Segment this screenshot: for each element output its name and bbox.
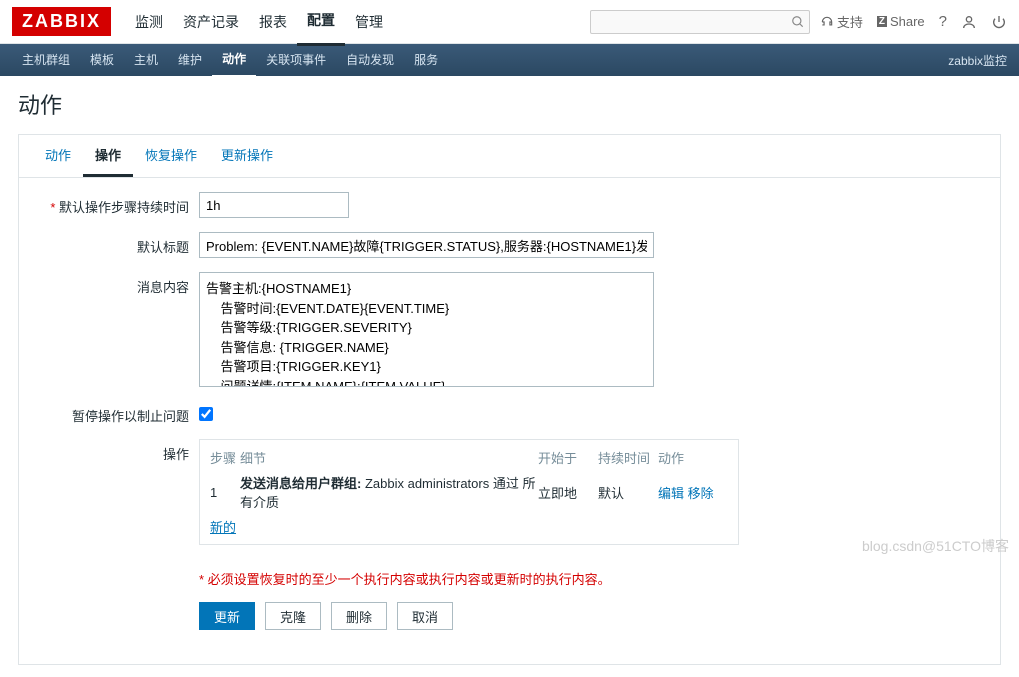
button-row: 更新 克隆 删除 取消 — [199, 602, 611, 630]
subnav-discovery[interactable]: 自动发现 — [336, 44, 404, 76]
page-title: 动作 — [18, 88, 1001, 120]
remove-link[interactable]: 移除 — [688, 486, 714, 501]
support-link[interactable]: 支持 — [820, 12, 863, 31]
duration-input[interactable] — [199, 192, 349, 218]
search-input[interactable] — [590, 10, 810, 34]
tab-recovery[interactable]: 恢复操作 — [133, 135, 209, 177]
ops-label: 操作 — [39, 439, 199, 463]
subnav-hostgroups[interactable]: 主机群组 — [12, 44, 80, 76]
power-icon[interactable] — [991, 14, 1007, 30]
top-nav: 监测 资产记录 报表 配置 管理 — [125, 0, 590, 46]
panel: 动作 操作 恢复操作 更新操作 默认操作步骤持续时间 默认标题 消息内容 告警主… — [18, 134, 1001, 665]
share-label: Share — [890, 14, 925, 29]
message-textarea[interactable]: 告警主机:{HOSTNAME1} 告警时间:{EVENT.DATE}{EVENT… — [199, 272, 654, 387]
duration-label: 默认操作步骤持续时间 — [39, 192, 199, 216]
tab-update[interactable]: 更新操作 — [209, 135, 285, 177]
subnav-actions[interactable]: 动作 — [212, 43, 256, 78]
required-note: * 必须设置恢复时的至少一个执行内容或执行内容或更新时的执行内容。 — [199, 569, 611, 588]
tab-action[interactable]: 动作 — [33, 135, 83, 177]
cancel-button[interactable]: 取消 — [397, 602, 453, 630]
page: 动作 动作 操作 恢复操作 更新操作 默认操作步骤持续时间 默认标题 消息内容 … — [0, 76, 1019, 677]
ops-actions: 编辑 移除 — [658, 483, 728, 502]
top-links: 支持 ZShare ? — [820, 12, 1007, 31]
edit-link[interactable]: 编辑 — [658, 486, 684, 501]
form: 默认操作步骤持续时间 默认标题 消息内容 告警主机:{HOSTNAME1} 告警… — [19, 178, 1000, 664]
support-label: 支持 — [837, 12, 863, 31]
ops-h-dur: 持续时间 — [598, 448, 658, 467]
topnav-config[interactable]: 配置 — [297, 0, 345, 46]
ops-detail-bold: 发送消息给用户群组: — [240, 476, 361, 491]
subnav-right: zabbix监控 — [948, 52, 1007, 69]
ops-header: 步骤 细节 开始于 持续时间 动作 — [210, 448, 728, 467]
search-icon — [791, 15, 805, 29]
headset-icon — [820, 15, 834, 29]
subnav-services[interactable]: 服务 — [404, 44, 448, 76]
subject-label: 默认标题 — [39, 232, 199, 256]
ops-h-step: 步骤 — [210, 448, 240, 467]
tab-operations[interactable]: 操作 — [83, 135, 133, 177]
subject-input[interactable] — [199, 232, 654, 258]
ops-detail: 发送消息给用户群组: Zabbix administrators 通过 所有介质 — [240, 473, 538, 511]
ops-h-detail: 细节 — [240, 448, 538, 467]
subnav-templates[interactable]: 模板 — [80, 44, 124, 76]
topnav-monitor[interactable]: 监测 — [125, 0, 173, 45]
pause-label: 暂停操作以制止问题 — [39, 401, 199, 425]
new-op-link[interactable]: 新的 — [210, 520, 236, 535]
sub-nav: 主机群组 模板 主机 维护 动作 关联项事件 自动发现 服务 zabbix监控 — [0, 44, 1019, 76]
help-icon[interactable]: ? — [939, 13, 947, 30]
message-label: 消息内容 — [39, 272, 199, 296]
subnav-correlation[interactable]: 关联项事件 — [256, 44, 336, 76]
topnav-reports[interactable]: 报表 — [249, 0, 297, 45]
topbar: ZABBIX 监测 资产记录 报表 配置 管理 支持 ZShare ? — [0, 0, 1019, 44]
ops-row: 1 发送消息给用户群组: Zabbix administrators 通过 所有… — [210, 473, 728, 511]
ops-start: 立即地 — [538, 483, 598, 502]
ops-h-act: 动作 — [658, 448, 728, 467]
pause-checkbox[interactable] — [199, 407, 213, 421]
topnav-inventory[interactable]: 资产记录 — [173, 0, 249, 45]
ops-dur: 默认 — [598, 483, 658, 502]
update-button[interactable]: 更新 — [199, 602, 255, 630]
ops-step: 1 — [210, 485, 240, 500]
topnav-admin[interactable]: 管理 — [345, 0, 393, 45]
subnav-maintenance[interactable]: 维护 — [168, 44, 212, 76]
subnav-hosts[interactable]: 主机 — [124, 44, 168, 76]
clone-button[interactable]: 克隆 — [265, 602, 321, 630]
operations-box: 步骤 细节 开始于 持续时间 动作 1 发送消息给用户群组: Zabbix ad… — [199, 439, 739, 545]
form-tabs: 动作 操作 恢复操作 更新操作 — [19, 135, 1000, 178]
ops-h-start: 开始于 — [538, 448, 598, 467]
share-link[interactable]: ZShare — [877, 14, 925, 29]
delete-button[interactable]: 删除 — [331, 602, 387, 630]
user-icon[interactable] — [961, 14, 977, 30]
logo: ZABBIX — [12, 7, 111, 36]
